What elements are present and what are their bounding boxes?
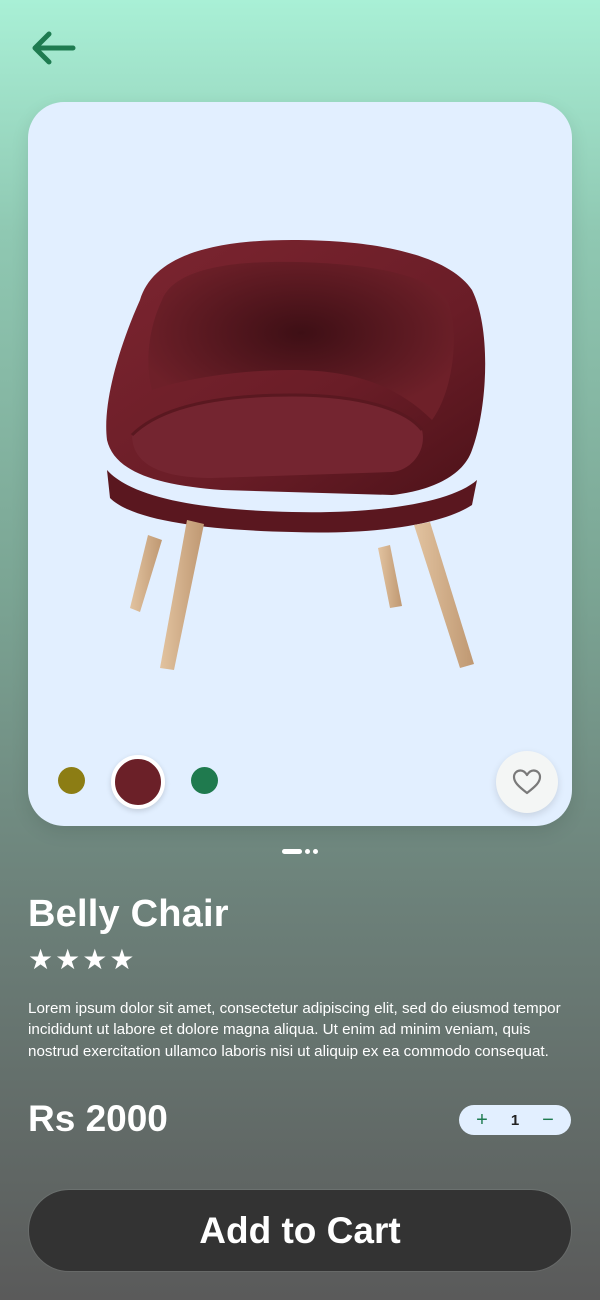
pager-dot-active[interactable] — [282, 848, 302, 854]
favorite-button[interactable] — [496, 751, 558, 813]
image-pager — [282, 847, 318, 855]
product-description: Lorem ipsum dolor sit amet, consectetur … — [28, 1000, 561, 1060]
arrow-left-icon — [32, 31, 76, 65]
quantity-value: 1 — [510, 1111, 520, 1129]
product-image — [106, 240, 486, 670]
rating-stars: ★ ★ ★ ★ — [28, 946, 134, 974]
heart-outline-icon — [512, 769, 542, 795]
star-icon: ★ — [82, 944, 108, 975]
star-icon: ★ — [109, 944, 135, 975]
product-title: Belly Chair — [28, 893, 229, 935]
color-swatch-green[interactable] — [191, 767, 218, 794]
color-swatch-olive[interactable] — [58, 767, 85, 794]
pager-dot[interactable] — [313, 848, 318, 854]
decrement-button[interactable]: − — [539, 1110, 557, 1130]
pager-dot[interactable] — [305, 848, 310, 854]
product-price: Rs 2000 — [28, 1098, 168, 1139]
star-icon: ★ — [28, 944, 54, 975]
back-button[interactable] — [26, 24, 80, 72]
star-icon: ★ — [55, 944, 81, 975]
quantity-stepper: + 1 − — [459, 1105, 571, 1135]
color-swatch-maroon[interactable] — [111, 755, 165, 809]
increment-button[interactable]: + — [473, 1110, 491, 1130]
add-to-cart-button[interactable]: Add to Cart — [29, 1190, 571, 1271]
